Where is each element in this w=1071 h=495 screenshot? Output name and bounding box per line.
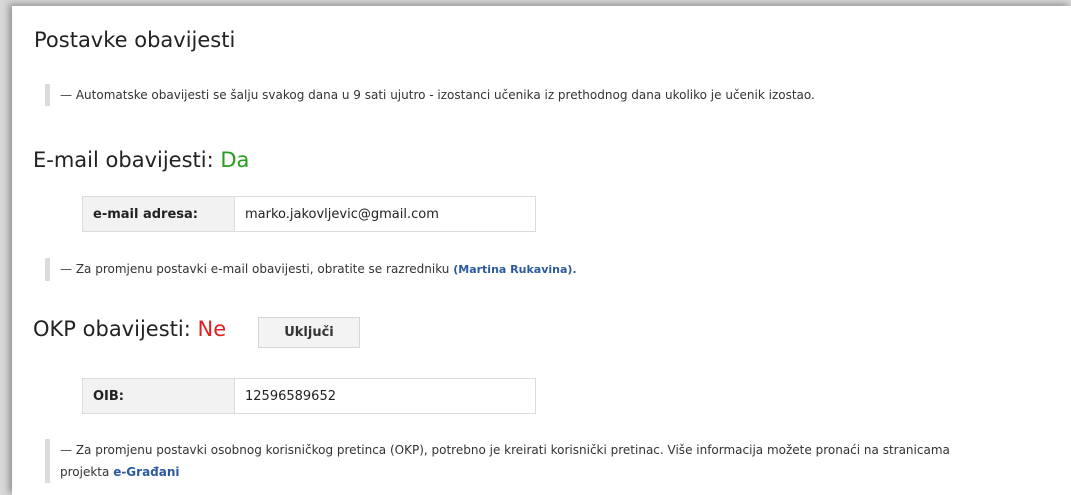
email-note: — Za promjenu postavki e-mail obavijesti… <box>45 258 960 281</box>
settings-panel: Postavke obavijesti — Automatske obavije… <box>12 6 1071 495</box>
note-dash: — <box>60 262 72 276</box>
oib-row: OIB: 12596589652 <box>82 378 536 414</box>
okp-note-text-line2: projekta <box>60 465 110 479</box>
email-section-heading: E-mail obavijesti: Da <box>33 148 249 172</box>
note-dash: — <box>60 443 72 457</box>
info-note-text: Automatske obavijesti se šalju svakog da… <box>75 88 815 102</box>
email-status: Da <box>220 148 250 172</box>
oib-label: OIB: <box>83 379 235 413</box>
email-address-label: e-mail adresa: <box>83 197 235 231</box>
okp-heading-label: OKP obavijesti: <box>33 317 191 341</box>
email-address-value: marko.jakovljevic@gmail.com <box>245 206 439 222</box>
email-heading-label: E-mail obavijesti: <box>33 148 214 172</box>
note-dash: — <box>60 88 72 102</box>
okp-note-text-line1: Za promjenu postavki osobnog korisničkog… <box>75 443 950 457</box>
email-note-text: Za promjenu postavki e-mail obavijesti, … <box>75 262 450 276</box>
oib-value: 12596589652 <box>245 388 336 404</box>
page-title: Postavke obavijesti <box>34 28 236 52</box>
okp-status: Ne <box>197 317 227 341</box>
homeroom-teacher-link[interactable]: (Martina Rukavina). <box>453 263 576 276</box>
okp-section-heading: OKP obavijesti: Ne <box>33 317 226 341</box>
email-address-row: e-mail adresa: marko.jakovljevic@gmail.c… <box>82 196 536 232</box>
enable-okp-button[interactable]: Uključi <box>258 317 360 348</box>
okp-note: — Za promjenu postavki osobnog korisničk… <box>45 439 1071 483</box>
info-note: — Automatske obavijesti se šalju svakog … <box>45 84 960 106</box>
e-gradani-link[interactable]: e-Građani <box>113 465 179 479</box>
